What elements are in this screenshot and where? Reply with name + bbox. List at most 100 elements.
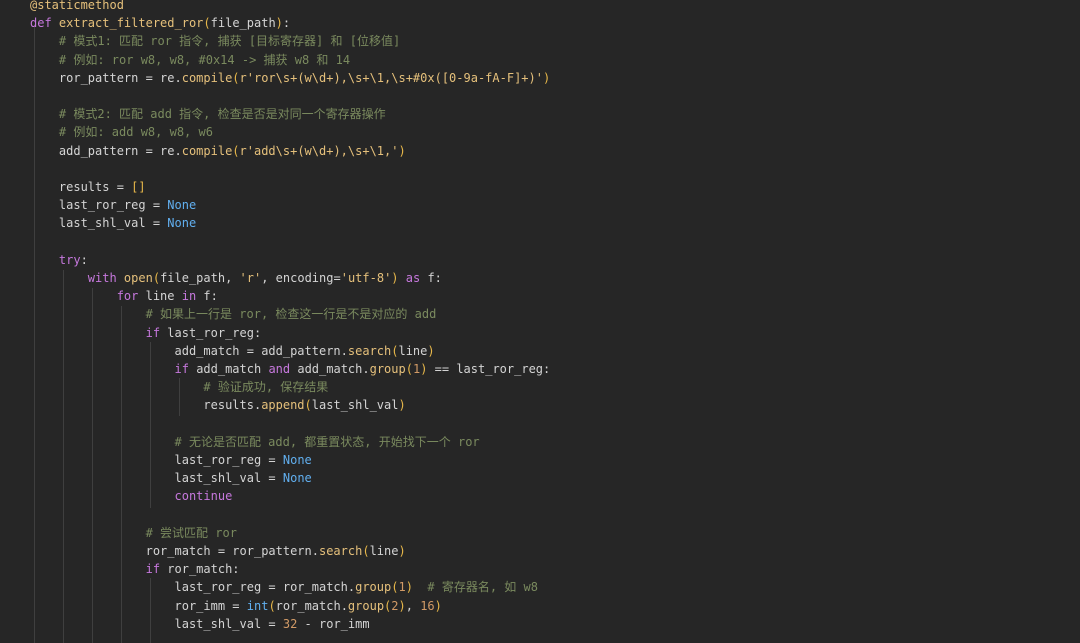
code-token-cm: # 寄存器名, 如 w8 — [427, 580, 538, 595]
code-token-kw: for — [116, 289, 146, 304]
code-line[interactable]: ror_match = ror_pattern.search(line) — [30, 542, 1070, 560]
code-token-cm: # 例如: ror w8, w8, #0x14 -> 捕获 w8 和 14 — [58, 52, 351, 67]
code-token-paren: ) — [542, 70, 551, 85]
code-token-plain: ror_match = ror_pattern. — [30, 544, 319, 558]
code-token-plain: add_pattern = re. — [30, 143, 182, 158]
code-token-num: 16 — [420, 598, 435, 613]
code-token-kw: with — [87, 271, 124, 285]
code-token-kw: as — [398, 271, 428, 285]
code-token-cm: # 验证成功, 保存结果 — [203, 380, 329, 395]
code-line[interactable]: if last_ror_reg: — [30, 324, 1070, 342]
code-token-plain: line — [369, 544, 399, 558]
code-token-paren: ) — [398, 598, 406, 613]
code-token-plain: file_path — [210, 16, 276, 31]
code-line[interactable]: results.append(last_shl_val) — [30, 396, 1070, 414]
code-token-plain: f: — [427, 271, 442, 285]
code-token-plain: last_ror_reg = ror_match. — [30, 580, 356, 595]
code-line[interactable] — [30, 233, 1070, 251]
code-line[interactable] — [30, 87, 1070, 105]
code-token-paren: [] — [131, 180, 146, 194]
code-line[interactable]: last_ror_reg = None — [30, 196, 1070, 214]
code-token-paren: ) — [405, 580, 413, 595]
code-token-cm: # 无论是否匹配 add, 都重置状态, 开始找下一个 ror — [174, 434, 480, 449]
code-token-const: None — [167, 198, 197, 213]
code-line[interactable]: try: — [30, 251, 1070, 269]
code-token-fn: compile — [181, 70, 233, 85]
code-line[interactable]: # 无论是否匹配 add, 都重置状态, 开始找下一个 ror — [30, 433, 1070, 451]
code-token-cm: # 如果上一行是 ror, 检查这一行是不是对应的 add — [145, 307, 437, 322]
code-token-kw: if — [145, 325, 168, 340]
code-line[interactable]: continue — [30, 487, 1070, 505]
code-token-paren: ) — [398, 143, 406, 158]
code-token-str: r'ror\s+(w\d+),\s+\1,\s+#0x([0-9a-fA-F]+… — [239, 70, 543, 85]
code-token-const: None — [282, 471, 312, 486]
code-line[interactable]: ror_imm = int(ror_match.group(2), 16) — [30, 597, 1070, 615]
code-line[interactable]: for line in f: — [30, 287, 1070, 305]
code-token-num: 2 — [391, 598, 399, 613]
code-token-plain: results = — [30, 180, 132, 194]
code-token-paren: ( — [203, 16, 211, 31]
code-line[interactable]: last_ror_reg = None — [30, 451, 1070, 469]
code-line[interactable]: # 如果上一行是 ror, 检查这一行是不是对应的 add — [30, 305, 1070, 323]
code-line[interactable]: # 尝试匹配 ror — [30, 524, 1070, 542]
code-token-str: r'add\s+(w\d+),\s+\1,' — [239, 143, 399, 158]
code-line[interactable]: # 例如: ror w8, w8, #0x14 -> 捕获 w8 和 14 — [30, 51, 1070, 69]
code-line[interactable]: last_shl_val = 32 - ror_imm — [30, 615, 1070, 633]
code-line[interactable]: # 验证成功, 保存结果 — [30, 378, 1070, 396]
code-token-paren: ) — [275, 16, 283, 31]
code-token-plain: last_ror_reg: — [167, 325, 262, 340]
code-token-plain: == last_ror_reg: — [427, 362, 551, 376]
code-token-const: None — [167, 216, 197, 231]
code-line[interactable]: with open(file_path, 'r', encoding='utf-… — [30, 269, 1070, 287]
code-token-plain: ror_match: — [167, 562, 240, 577]
code-line[interactable]: last_ror_reg = ror_match.group(1) # 寄存器名… — [30, 578, 1070, 596]
code-token-paren: ( — [304, 398, 312, 413]
code-line[interactable]: last_shl_val = None — [30, 469, 1070, 487]
code-editor[interactable]: @staticmethod def extract_filtered_ror(fi… — [0, 0, 1080, 643]
code-line[interactable]: results = [] — [30, 178, 1070, 196]
code-line[interactable]: add_pattern = re.compile(r'add\s+(w\d+),… — [30, 142, 1070, 160]
code-line[interactable]: ror_pattern = re.compile(r'ror\s+(w\d+),… — [30, 69, 1070, 87]
code-token-plain: last_ror_reg = — [30, 198, 168, 213]
code-token-paren: ) — [427, 343, 435, 358]
code-line[interactable]: if ror_match: — [30, 560, 1070, 578]
code-line[interactable]: # 模式1: 匹配 ror 指令, 捕获 [目标寄存器] 和 [位移值] — [30, 32, 1070, 50]
code-token-fn: group — [355, 580, 392, 595]
code-token-plain: last_ror_reg = — [30, 453, 283, 467]
code-token-paren: ( — [232, 70, 240, 85]
code-line[interactable]: def extract_filtered_ror(file_path): — [30, 14, 1070, 32]
code-token-kw: and — [268, 362, 298, 376]
code-token-plain: - ror_imm — [297, 616, 370, 631]
code-token-plain: file_path, — [160, 271, 240, 285]
code-token-plain: ror_pattern = re. — [30, 70, 182, 85]
code-line[interactable] — [30, 506, 1070, 524]
code-line[interactable] — [30, 415, 1070, 433]
code-token-paren: ( — [268, 598, 276, 613]
code-token-kw: in — [181, 289, 204, 304]
code-token-paren: ( — [405, 362, 413, 376]
code-token-fn: search — [347, 343, 392, 358]
code-token-fn: group — [369, 362, 406, 376]
code-token-plain: last_shl_val = — [30, 471, 283, 486]
code-token-fn: append — [261, 398, 305, 413]
code-line[interactable]: # 例如: add w8, w8, w6 — [30, 123, 1070, 141]
code-line[interactable]: # 模式2: 匹配 add 指令, 检查是否是对同一个寄存器操作 — [30, 105, 1070, 123]
code-token-cm: # 模式2: 匹配 add 指令, 检查是否是对同一个寄存器操作 — [58, 107, 386, 122]
code-token-plain: last_shl_val — [311, 398, 399, 413]
code-line[interactable]: if add_match and add_match.group(1) == l… — [30, 360, 1070, 378]
code-line[interactable]: last_shl_val = None — [30, 214, 1070, 232]
code-token-paren: ) — [398, 544, 406, 558]
code-token-str: 'r' — [239, 271, 262, 285]
code-line[interactable]: @staticmethod — [30, 0, 1070, 14]
code-line[interactable] — [30, 160, 1070, 178]
code-line[interactable]: add_match = add_pattern.search(line) — [30, 342, 1070, 360]
